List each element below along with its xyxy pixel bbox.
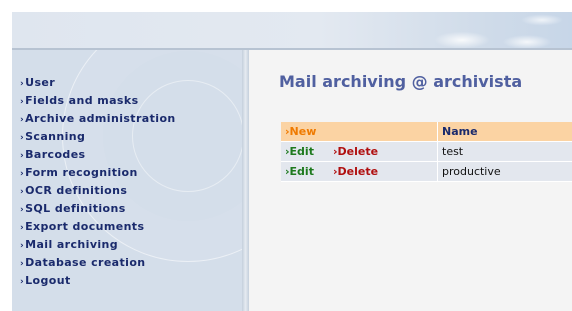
delete-cell: ›Delete [329,161,438,182]
arrow-icon: › [20,97,25,107]
sidebar-item-user[interactable]: ›User [20,74,176,92]
edit-label: Edit [289,165,314,178]
edit-label: Edit [289,145,314,158]
sidebar-item-ocr-definitions[interactable]: ›OCR definitions [20,182,176,200]
sidebar-item-label: Archive administration [25,112,176,125]
sidebar-item-barcodes[interactable]: ›Barcodes [20,146,176,164]
sidebar-item-scanning[interactable]: ›Scanning [20,128,176,146]
mail-archive-table: ›New Name ›Edit ›Delete test ›Edit ›Dele… [281,122,572,182]
banner-clouds-image [432,12,572,48]
arrow-icon: › [20,169,25,179]
new-label: New [289,125,317,138]
sidebar-item-fields-and-masks[interactable]: ›Fields and masks [20,92,176,110]
table-row: ›Edit ›Delete test [281,141,572,162]
record-name: productive [442,165,501,178]
arrow-icon: › [20,241,25,251]
arrow-icon: › [20,151,25,161]
arrow-icon: › [20,133,25,143]
sidebar-item-label: SQL definitions [25,202,126,215]
sidebar-item-label: Export documents [25,220,145,233]
edit-cell: ›Edit [281,161,329,182]
sidebar-item-sql-definitions[interactable]: ›SQL definitions [20,200,176,218]
name-header-cell: Name [437,122,572,142]
arrow-icon: › [20,205,25,215]
sidebar-item-export-documents[interactable]: ›Export documents [20,218,176,236]
sidebar-divider [242,50,249,311]
sidebar-item-form-recognition[interactable]: ›Form recognition [20,164,176,182]
new-cell: ›New [281,122,438,142]
arrow-icon: › [20,79,25,89]
sidebar-item-label: OCR definitions [25,184,128,197]
name-column-header: Name [442,125,478,138]
sidebar-item-label: Scanning [25,130,86,143]
sidebar-item-archive-administration[interactable]: ›Archive administration [20,110,176,128]
new-link[interactable]: ›New [285,125,316,138]
header-banner [12,12,572,48]
record-name: test [442,145,464,158]
arrow-icon: › [20,277,25,287]
sidebar-menu: ›User ›Fields and masks ›Archive adminis… [20,74,176,290]
sidebar-item-label: User [25,76,56,89]
table-row: ›Edit ›Delete productive [281,161,572,182]
table-header-row: ›New Name [281,122,572,142]
edit-link[interactable]: ›Edit [285,165,314,178]
sidebar-item-label: Mail archiving [25,238,119,251]
delete-label: Delete [337,165,379,178]
sidebar-item-label: Fields and masks [25,94,139,107]
arrow-icon: › [20,187,25,197]
name-cell: productive [437,161,572,182]
name-cell: test [437,141,572,162]
edit-cell: ›Edit [281,141,329,162]
sidebar-item-label: Database creation [25,256,146,269]
delete-cell: ›Delete [329,141,438,162]
edit-link[interactable]: ›Edit [285,145,314,158]
delete-link[interactable]: ›Delete [333,165,378,178]
sidebar-item-label: Barcodes [25,148,86,161]
arrow-icon: › [20,259,25,269]
delete-label: Delete [337,145,379,158]
arrow-icon: › [20,115,25,125]
sidebar-item-label: Logout [25,274,71,287]
sidebar-item-mail-archiving[interactable]: ›Mail archiving [20,236,176,254]
sidebar-item-database-creation[interactable]: ›Database creation [20,254,176,272]
page-title: Mail archiving @ archivista [279,72,523,91]
sidebar-item-logout[interactable]: ›Logout [20,272,176,290]
sidebar-item-label: Form recognition [25,166,138,179]
delete-link[interactable]: ›Delete [333,145,378,158]
arrow-icon: › [20,223,25,233]
